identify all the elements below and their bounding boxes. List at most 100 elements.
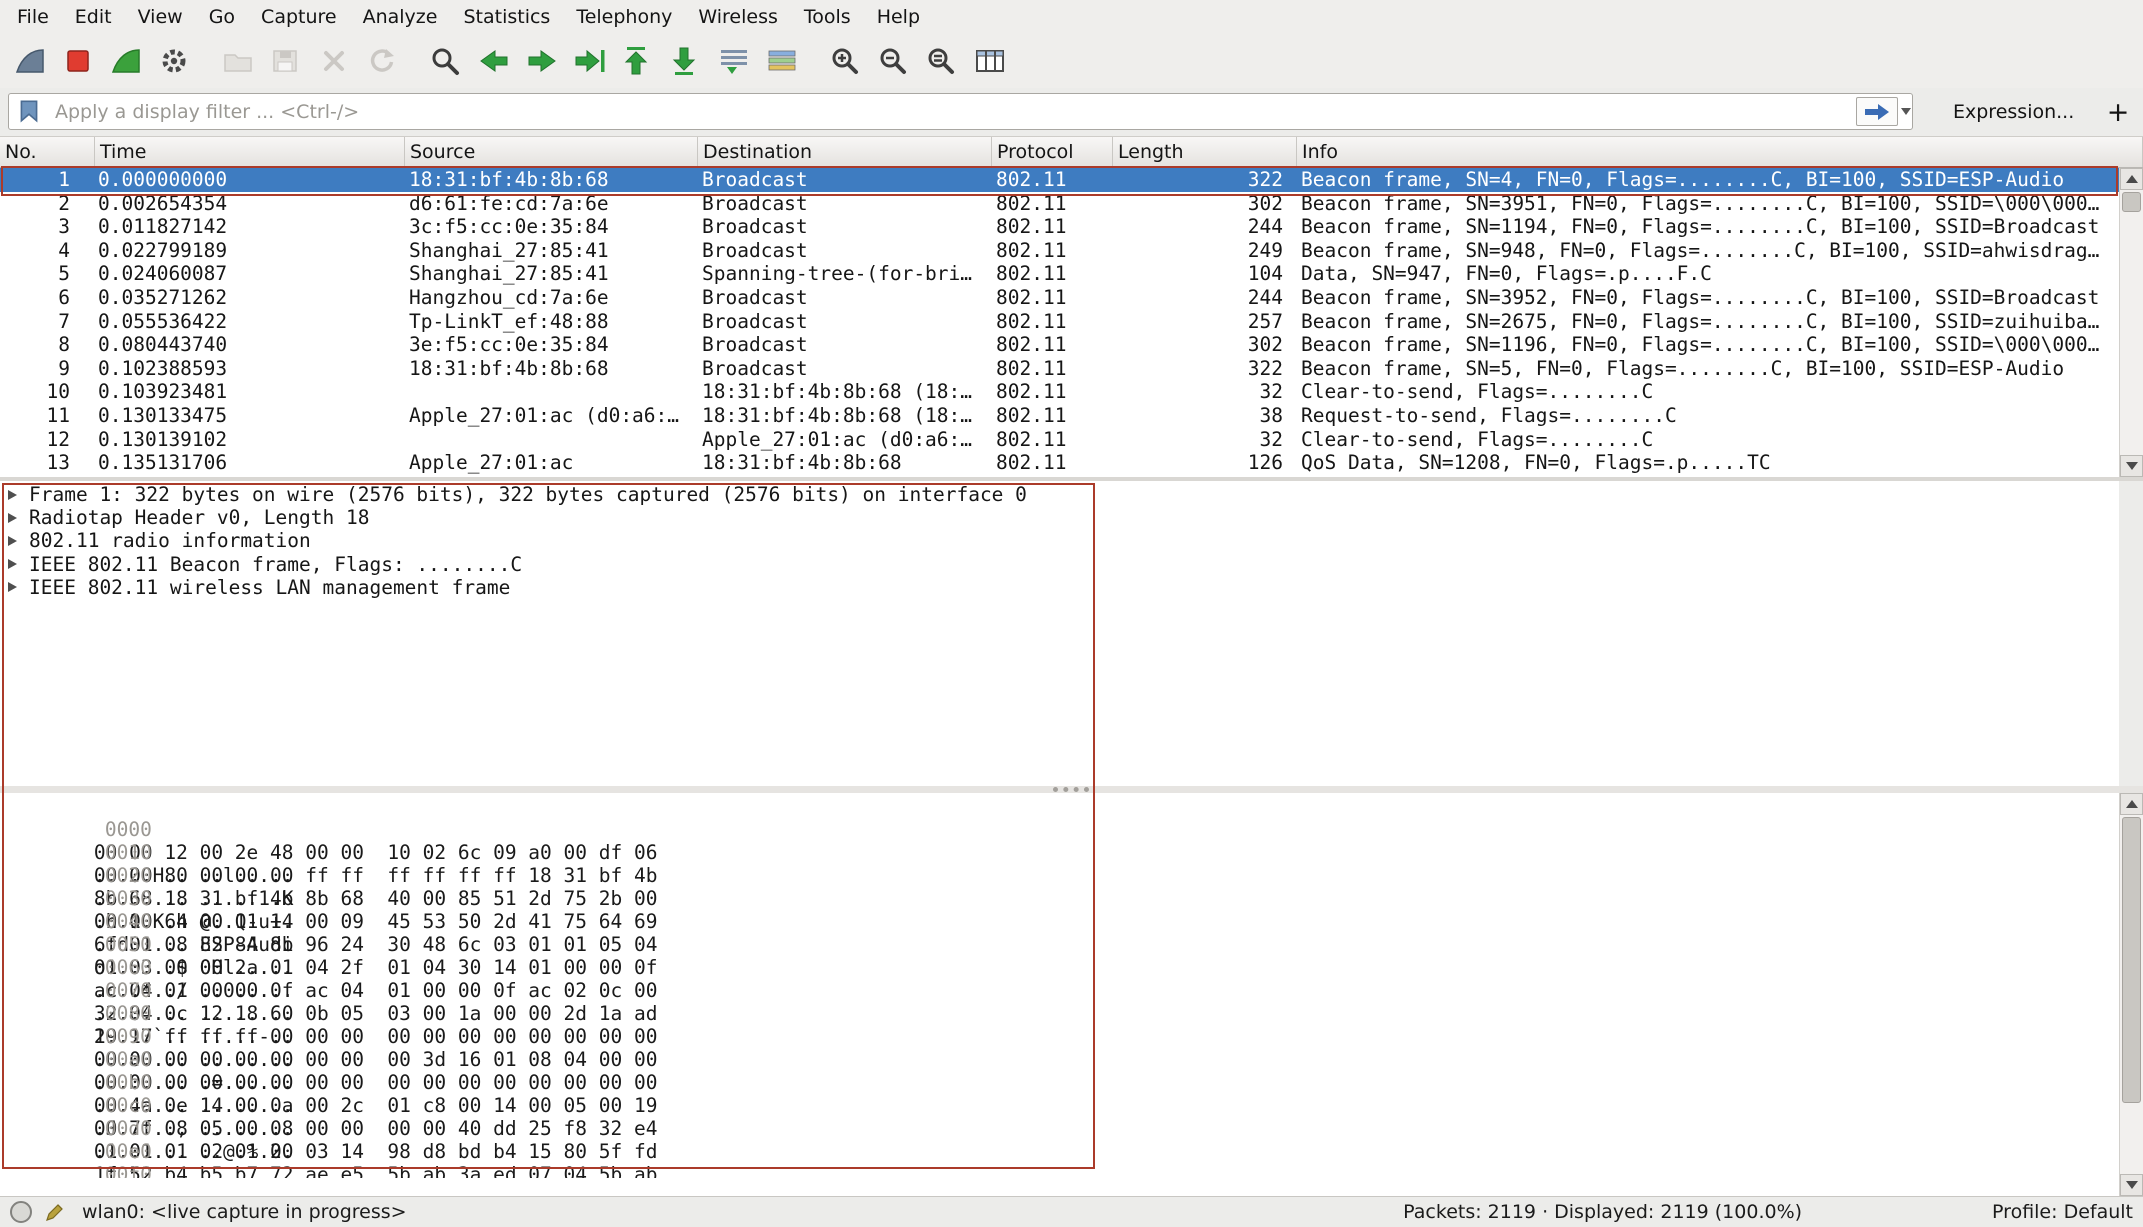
hex-offset: 0000 xyxy=(94,818,165,841)
start-capture-button[interactable] xyxy=(6,38,54,84)
expander-triangle-icon[interactable] xyxy=(8,536,17,546)
cell-destination: Broadcast xyxy=(698,168,992,192)
cell-protocol: 802.11 xyxy=(992,333,1113,357)
expander-triangle-icon[interactable] xyxy=(8,559,17,569)
detail-tree-line[interactable]: Frame 1: 322 bytes on wire (2576 bits), … xyxy=(0,483,2119,506)
reload-file-button[interactable] xyxy=(358,38,406,84)
cell-source: Shanghai_27:85:41 xyxy=(405,262,698,286)
cell-time: 0.130139102 xyxy=(95,428,405,452)
profile-text[interactable]: Profile: Default xyxy=(1992,1201,2133,1223)
display-filter-input[interactable] xyxy=(8,93,1913,130)
scrollbar-thumb[interactable] xyxy=(2122,817,2141,1103)
packet-row[interactable]: 8 0.080443740 3e:f5:cc:0e:35:84 Broadcas… xyxy=(0,333,2119,357)
expander-triangle-icon[interactable] xyxy=(8,582,17,592)
auto-scroll-button[interactable] xyxy=(710,38,758,84)
triangle-up-icon xyxy=(2126,800,2138,808)
scroll-down-button[interactable] xyxy=(2120,455,2143,477)
detail-tree-line[interactable]: Radiotap Header v0, Length 18 xyxy=(0,506,2119,529)
menu-item[interactable]: Analyze xyxy=(350,4,451,30)
column-header-info[interactable]: Info xyxy=(1297,137,2143,167)
expander-triangle-icon[interactable] xyxy=(8,490,17,500)
detail-tree-line[interactable]: IEEE 802.11 wireless LAN management fram… xyxy=(0,576,2119,599)
find-packet-button[interactable] xyxy=(422,38,470,84)
packet-list-scrollbar[interactable] xyxy=(2119,168,2143,477)
packet-row[interactable]: 3 0.011827142 3c:f5:cc:0e:35:84 Broadcas… xyxy=(0,215,2119,239)
filter-bookmark-icon[interactable] xyxy=(16,98,42,124)
menu-item[interactable]: Statistics xyxy=(450,4,563,30)
apply-filter-button[interactable] xyxy=(1856,97,1898,126)
hex-bytes: 00 00 12 00 2e 48 00 00 10 02 6c 09 a0 0… xyxy=(94,841,689,864)
packet-row[interactable]: 6 0.035271262 Hangzhou_cd:7a:6e Broadcas… xyxy=(0,286,2119,310)
cell-length: 104 xyxy=(1113,262,1297,286)
filter-history-chevron-icon[interactable] xyxy=(1899,106,1913,116)
colorize-button[interactable] xyxy=(758,38,806,84)
arrow-left-icon xyxy=(477,46,511,76)
go-first-packet-button[interactable] xyxy=(614,38,662,84)
zoom-out-button[interactable] xyxy=(870,38,918,84)
go-last-packet-button[interactable] xyxy=(662,38,710,84)
cell-no: 3 xyxy=(0,215,95,239)
hex-bytes: 00 00 00 00 00 00 00 00 00 00 00 00 00 0… xyxy=(94,1071,689,1094)
detail-line-text: Frame 1: 322 bytes on wire (2576 bits), … xyxy=(29,483,1027,506)
scroll-up-button[interactable] xyxy=(2120,793,2143,815)
expert-info-icon[interactable] xyxy=(10,1201,32,1223)
add-filter-button[interactable]: + xyxy=(2100,94,2136,130)
scrollbar-thumb[interactable] xyxy=(2122,192,2141,212)
packet-row[interactable]: 9 0.102388593 18:31:bf:4b:8b:68 Broadcas… xyxy=(0,357,2119,381)
open-file-button[interactable] xyxy=(214,38,262,84)
hex-offset: 0040 xyxy=(94,910,165,933)
packet-row[interactable]: 1 0.000000000 18:31:bf:4b:8b:68 Broadcas… xyxy=(0,168,2119,192)
cell-destination: Broadcast xyxy=(698,310,992,334)
packet-row[interactable]: 4 0.022799189 Shanghai_27:85:41 Broadcas… xyxy=(0,239,2119,263)
capture-comment-pencil-icon[interactable] xyxy=(44,1201,66,1223)
go-forward-button[interactable] xyxy=(518,38,566,84)
scroll-down-button[interactable] xyxy=(2120,1174,2143,1196)
packet-row[interactable]: 2 0.002654354 d6:61:fe:cd:7a:6e Broadcas… xyxy=(0,192,2119,216)
zoom-in-button[interactable] xyxy=(822,38,870,84)
cell-source xyxy=(405,428,698,452)
hex-offset: 00f0 xyxy=(94,1163,165,1178)
hex-scrollbar[interactable] xyxy=(2119,793,2143,1196)
go-back-button[interactable] xyxy=(470,38,518,84)
capture-options-button[interactable] xyxy=(150,38,198,84)
packet-row[interactable]: 5 0.024060087 Shanghai_27:85:41 Spanning… xyxy=(0,262,2119,286)
menu-item[interactable]: File xyxy=(4,4,62,30)
cell-no: 5 xyxy=(0,262,95,286)
column-header-protocol[interactable]: Protocol xyxy=(992,137,1113,167)
packet-row[interactable]: 13 0.135131706 Apple_27:01:ac 18:31:bf:4… xyxy=(0,451,2119,475)
column-header-length[interactable]: Length xyxy=(1113,137,1297,167)
menu-item[interactable]: View xyxy=(125,4,196,30)
column-header-source[interactable]: Source xyxy=(405,137,698,167)
column-header-time[interactable]: Time xyxy=(95,137,405,167)
menu-item[interactable]: Tools xyxy=(791,4,864,30)
zoom-original-button[interactable] xyxy=(918,38,966,84)
hex-row[interactable]: 0000 00 00 12 00 2e 48 00 00 10 02 6c 09… xyxy=(0,795,2119,818)
menu-item[interactable]: Capture xyxy=(248,4,350,30)
go-to-packet-button[interactable] xyxy=(566,38,614,84)
hex-row[interactable]: 0010 00 00 80 00 00 00 ff ff ff ff ff ff… xyxy=(0,818,2119,841)
packet-row[interactable]: 12 0.130139102 Apple_27:01:ac (d0:a6:… 8… xyxy=(0,428,2119,452)
close-file-button[interactable] xyxy=(310,38,358,84)
detail-tree-line[interactable]: IEEE 802.11 Beacon frame, Flags: .......… xyxy=(0,553,2119,576)
packet-row[interactable]: 7 0.055536422 Tp-LinkT_ef:48:88 Broadcas… xyxy=(0,310,2119,334)
save-file-button[interactable] xyxy=(262,38,310,84)
detail-line-text: IEEE 802.11 Beacon frame, Flags: .......… xyxy=(29,553,522,576)
scroll-up-button[interactable] xyxy=(2120,168,2143,190)
pane-splitter[interactable] xyxy=(0,786,2143,793)
column-header-destination[interactable]: Destination xyxy=(698,137,992,167)
detail-tree-line[interactable]: 802.11 radio information xyxy=(0,529,2119,552)
column-header-no[interactable]: No. xyxy=(0,137,95,167)
packet-row[interactable]: 10 0.103923481 18:31:bf:4b:8b:68 (18:… 8… xyxy=(0,380,2119,404)
restart-capture-button[interactable] xyxy=(102,38,150,84)
menu-item[interactable]: Go xyxy=(196,4,248,30)
cell-info: Beacon frame, SN=3951, FN=0, Flags=.....… xyxy=(1297,192,2119,216)
menu-item[interactable]: Telephony xyxy=(563,4,685,30)
resize-columns-button[interactable] xyxy=(966,38,1014,84)
expression-button[interactable]: Expression... xyxy=(1943,94,2084,130)
packet-row[interactable]: 11 0.130133475 Apple_27:01:ac (d0:a6:… 1… xyxy=(0,404,2119,428)
menu-item[interactable]: Help xyxy=(864,4,933,30)
menu-item[interactable]: Edit xyxy=(62,4,125,30)
stop-capture-button[interactable] xyxy=(54,38,102,84)
expander-triangle-icon[interactable] xyxy=(8,513,17,523)
menu-item[interactable]: Wireless xyxy=(685,4,791,30)
